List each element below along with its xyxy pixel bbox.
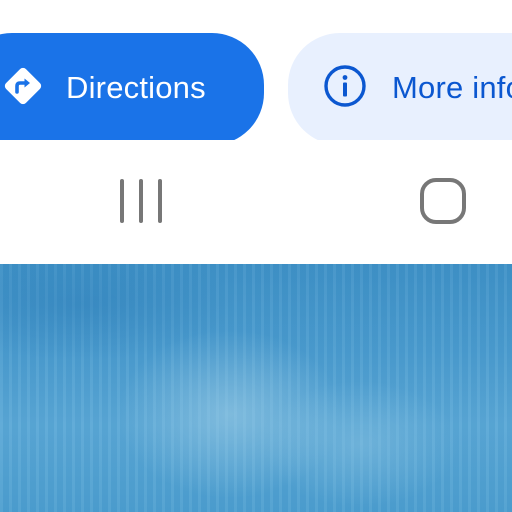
- more-info-button[interactable]: More info: [288, 33, 512, 140]
- directions-icon: [4, 67, 42, 105]
- phone-screen: Directions More info: [0, 0, 512, 512]
- home-icon[interactable]: [418, 176, 468, 226]
- directions-button[interactable]: Directions: [0, 33, 264, 140]
- wallpaper-image: [0, 264, 512, 512]
- more-info-label: More info: [392, 70, 512, 105]
- recents-icon[interactable]: [116, 177, 166, 225]
- system-navigation-bar: [0, 140, 512, 264]
- place-action-bar: Directions More info: [0, 0, 512, 140]
- directions-label: Directions: [66, 70, 206, 105]
- info-icon: [324, 65, 366, 107]
